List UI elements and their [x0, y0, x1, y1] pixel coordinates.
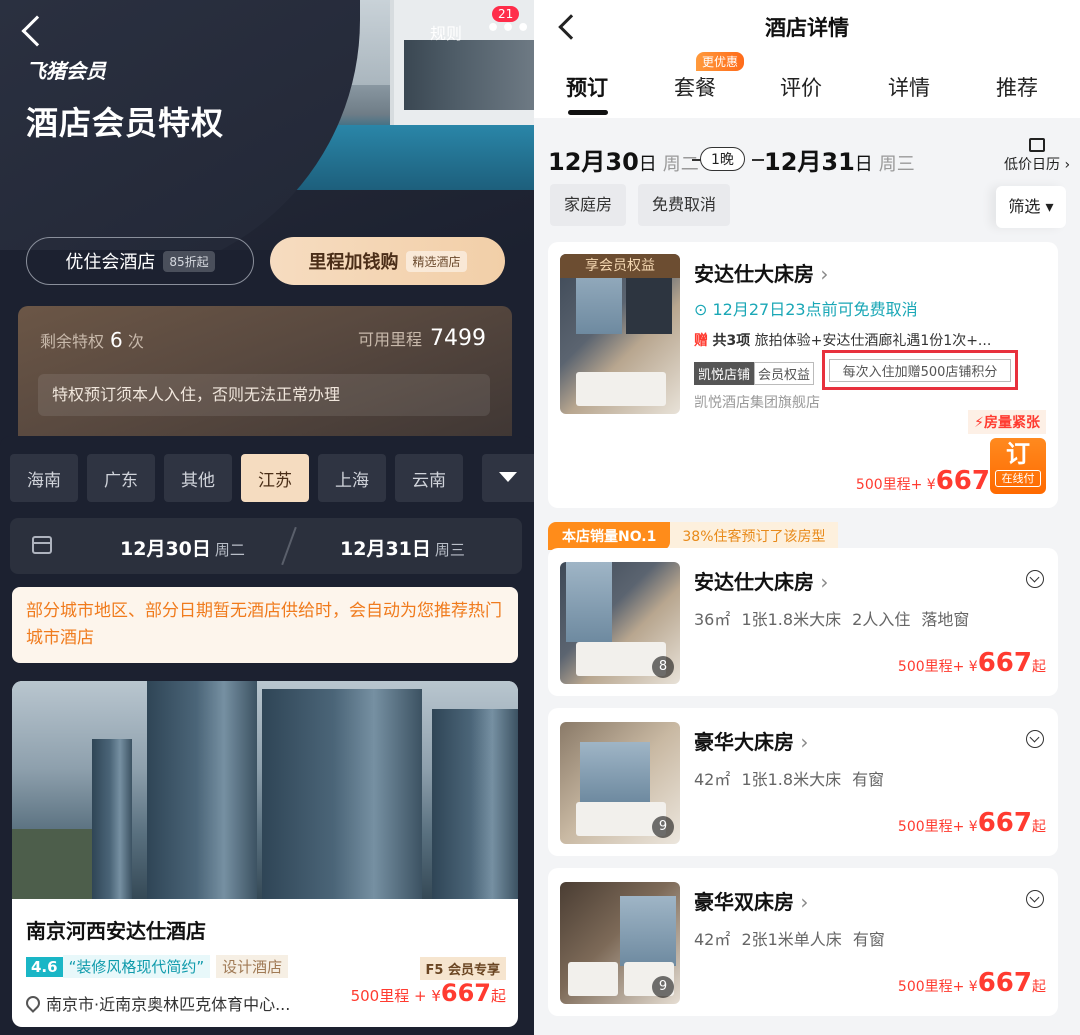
benefit-card: 剩余特权 6 次 可用里程 7499 特权预订须本人入住，否则无法正常办理: [18, 306, 512, 456]
page-title: 酒店会员特权: [26, 104, 225, 142]
room-price: 500里程+ ¥667起: [897, 968, 1046, 998]
date-divider: [281, 526, 297, 566]
hotel-detail-screen: 酒店详情 预订 套餐 更优惠 评价 详情 推荐 12月30日 周二 1晚 12月3…: [534, 0, 1080, 1035]
hotel-name: 南京河西安达仕酒店: [26, 919, 206, 943]
hotel-card[interactable]: 南京河西安达仕酒店 4.6 “装修风格现代简约” 设计酒店 南京市·近南京奥林匹克体…: [12, 681, 518, 1027]
room-spec: 42㎡ 1张1.8米大床 有窗: [694, 770, 885, 789]
featured-room-card[interactable]: 享会员权益 安达仕大床房 ⊙ 12月27日23点前可免费取消 赠 共3项 旅拍体…: [548, 242, 1058, 508]
tab-details[interactable]: 详情: [888, 72, 930, 102]
calendar-icon: [32, 536, 52, 554]
remaining-privileges: 剩余特权 6 次: [40, 328, 144, 352]
room-card[interactable]: 9 豪华双床房 42㎡ 2张1米单人床 有窗 500里程+ ¥667起: [548, 868, 1058, 1016]
photo-count: 9: [652, 816, 674, 838]
member-privilege-screen: 规则 ••• 21 飞猪会员 酒店会员特权 优住会酒店 85折起 里程加钱购 精…: [0, 0, 534, 1035]
city-tab-yunnan[interactable]: 云南: [395, 454, 463, 502]
gift-info: 赠 共3项 旅拍体验+安达仕酒廊礼遇1份1次+...: [694, 333, 992, 349]
room-name[interactable]: 安达仕大床房: [694, 258, 828, 287]
photo-count: 9: [652, 976, 674, 998]
room-name[interactable]: 安达仕大床房: [694, 566, 828, 595]
room-price: 500里程+ ¥667起: [897, 808, 1046, 838]
room-price: 500里程+ ¥667起: [897, 648, 1046, 678]
tab-youzhu-hotel[interactable]: 优住会酒店 85折起: [26, 237, 254, 285]
room-photo: 9: [560, 722, 680, 844]
room-name[interactable]: 豪华双床房: [694, 886, 808, 915]
page-title: 酒店详情: [765, 16, 849, 40]
hotel-location: 南京市·近南京奥林匹克体育中心...: [23, 991, 290, 1015]
room-tags: 凯悦店铺 会员权益: [694, 362, 815, 385]
location-pin-icon: [23, 993, 43, 1013]
room-price: 500里程+ ¥667: [855, 466, 990, 496]
detail-header: 酒店详情 预订 套餐 更优惠 评价 详情 推荐: [534, 0, 1080, 118]
highlighted-points-tag: 每次入住加赠500店铺积分: [822, 350, 1018, 390]
store-name: 凯悦酒店集团旗舰店: [694, 395, 820, 411]
brand-logo: 飞猪会员: [26, 59, 106, 83]
tab-label: 优住会酒店: [65, 252, 156, 273]
date-filter-area: 12月30日 周二 1晚 12月31日 周三 低价日历 › 家庭房 免费取消: [548, 128, 1072, 234]
room-photo: 8: [560, 562, 680, 684]
filter-chip-family[interactable]: 家庭房: [550, 184, 627, 226]
active-tab-indicator: [568, 110, 608, 115]
date-selector[interactable]: 12月30日 周二 12月31日 周三: [10, 518, 522, 574]
hotel-price: 500里程 + ¥667起: [350, 979, 506, 1007]
tab-book[interactable]: 预订: [566, 72, 608, 102]
low-price-calendar[interactable]: 低价日历 ›: [1004, 138, 1070, 174]
expand-icon[interactable]: [1026, 890, 1044, 908]
checkin-date[interactable]: 12月30日 周二: [548, 142, 699, 177]
tab-package[interactable]: 套餐: [674, 72, 716, 102]
tab-miles-plus-cash[interactable]: 里程加钱购 精选酒店: [270, 237, 505, 285]
room-spec: 36㎡ 1张1.8米大床 2人入住 落地窗: [694, 610, 970, 629]
available-miles: 可用里程 7499: [357, 326, 486, 351]
member-benefit-ribbon: 享会员权益: [560, 254, 680, 278]
book-button[interactable]: 订 在线付: [990, 438, 1046, 494]
city-tab-guangdong[interactable]: 广东: [87, 454, 155, 502]
expand-icon[interactable]: [1026, 730, 1044, 748]
city-tab-hainan[interactable]: 海南: [10, 454, 78, 502]
low-availability-badge: ⚡房量紧张: [968, 410, 1046, 434]
sales-banner: 本店销量NO.1 38%住客预订了该房型: [548, 522, 838, 550]
filter-chip-free-cancel[interactable]: 免费取消: [638, 184, 731, 226]
message-badge: 21: [492, 6, 520, 22]
hotel-photo: [12, 681, 518, 899]
city-tab-other[interactable]: 其他: [164, 454, 232, 502]
tab-reviews[interactable]: 评价: [780, 72, 822, 102]
tab-promo-badge: 更优惠: [696, 52, 745, 71]
room-name[interactable]: 豪华大床房: [694, 726, 808, 755]
expand-cities-icon[interactable]: [482, 454, 534, 502]
tab-badge: 85折起: [163, 250, 215, 272]
room-card[interactable]: 9 豪华大床房 42㎡ 1张1.8米大床 有窗 500里程+ ¥667起: [548, 708, 1058, 856]
tab-recommend[interactable]: 推荐: [996, 72, 1038, 102]
free-cancel-info: ⊙ 12月27日23点前可免费取消: [694, 300, 918, 319]
tab-badge: 精选酒店: [406, 250, 467, 272]
city-filter-bar: 海南 广东 其他 江苏 上海 云南: [0, 436, 534, 516]
filter-button[interactable]: 筛选 ▾: [996, 186, 1066, 228]
room-spec: 42㎡ 2张1米单人床 有窗: [694, 930, 885, 949]
privilege-note: 特权预订须本人入住，否则无法正常办理: [38, 374, 490, 416]
supply-notice: 部分城市地区、部分日期暂无酒店供给时，会自动为您推荐热门城市酒店: [12, 587, 518, 663]
checkout-date[interactable]: 12月31日 周三: [764, 142, 915, 177]
photo-count: 8: [652, 656, 674, 678]
nights-count: 1晚: [700, 147, 745, 171]
hotel-rating: 4.6 “装修风格现代简约” 设计酒店: [26, 955, 289, 978]
calendar-icon: [1029, 138, 1046, 152]
room-photo: 9: [560, 882, 680, 1004]
rules-link[interactable]: 规则: [430, 20, 462, 44]
room-photo: 享会员权益: [560, 254, 680, 414]
checkin-date: 12月30日 周二: [120, 538, 245, 560]
room-card[interactable]: 8 安达仕大床房 36㎡ 1张1.8米大床 2人入住 落地窗 500里程+ ¥6…: [548, 548, 1058, 696]
city-tab-shanghai[interactable]: 上海: [318, 454, 386, 502]
f5-member-badge: F5 会员专享: [419, 957, 506, 980]
tab-label: 里程加钱购: [308, 252, 399, 273]
checkout-date: 12月31日 周三: [340, 538, 465, 560]
expand-icon[interactable]: [1026, 570, 1044, 588]
city-tab-jiangsu[interactable]: 江苏: [241, 454, 309, 502]
